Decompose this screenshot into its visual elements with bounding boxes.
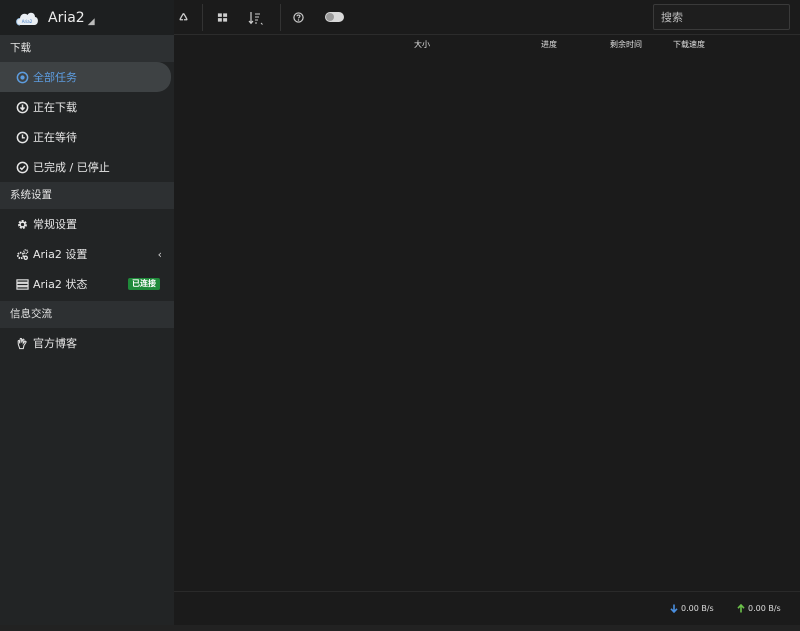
sidebar-item-all-tasks[interactable]: 全部任务 — [0, 62, 171, 92]
sidebar-item-label: Aria2 状态 — [33, 278, 88, 291]
connection-status-badge: 已连接 — [128, 278, 160, 290]
sidebar-item-waiting[interactable]: 正在等待 — [0, 122, 174, 152]
arrow-up-icon — [737, 604, 745, 613]
download-speed-value: 0.00 B/s — [681, 604, 714, 613]
bottom-strip — [0, 625, 800, 631]
sidebar: Aria2 Aria2 ◢ 下载 全部任务 正在下载 正在等待 已完成 / 已停… — [0, 0, 174, 631]
grid-icon — [217, 13, 227, 22]
recycle-icon — [178, 13, 188, 21]
cloud-logo-icon: Aria2 — [16, 12, 38, 25]
gear-icon — [16, 218, 29, 231]
upload-speed-value: 0.00 B/s — [748, 604, 781, 613]
logo-text: Aria2 — [22, 19, 33, 24]
column-header-size[interactable]: 大小 — [414, 39, 430, 50]
column-header-remaining-time[interactable]: 剩余时间 — [610, 39, 642, 50]
sort-icon — [248, 11, 263, 25]
sidebar-item-label: 正在下载 — [33, 101, 77, 114]
chevron-left-icon: ‹ — [157, 247, 162, 261]
display-mode-button[interactable] — [212, 0, 232, 35]
sidebar-item-aria2-status[interactable]: Aria2 状态 已连接 — [0, 269, 174, 299]
search-box — [653, 4, 800, 30]
upload-speed: 0.00 B/s — [737, 604, 781, 613]
download-speed: 0.00 B/s — [670, 604, 714, 613]
section-header-settings: 系统设置 — [0, 182, 174, 209]
sidebar-item-label: 正在等待 — [33, 131, 77, 144]
sidebar-item-official-blog[interactable]: 官方博客 — [0, 328, 174, 358]
section-header-community: 信息交流 — [0, 301, 174, 328]
caret-down-icon: ◢ — [87, 16, 95, 27]
arrow-down-icon — [670, 604, 678, 613]
brand[interactable]: Aria2 Aria2 ◢ — [0, 0, 174, 35]
top-toolbar — [174, 0, 800, 35]
check-circle-icon — [16, 161, 29, 174]
gears-icon — [16, 248, 29, 261]
sidebar-item-label: 官方博客 — [33, 337, 77, 350]
hand-icon — [16, 337, 29, 350]
status-footer: 0.00 B/s 0.00 B/s — [174, 591, 800, 625]
section-header-download: 下载 — [0, 35, 174, 62]
sidebar-item-label: 已完成 / 已停止 — [33, 161, 110, 174]
sidebar-item-aria2-settings[interactable]: Aria2 设置 ‹ — [0, 239, 174, 269]
sidebar-item-stopped[interactable]: 已完成 / 已停止 — [0, 152, 174, 182]
sidebar-item-label: Aria2 设置 — [33, 248, 88, 261]
download-circle-icon — [16, 101, 29, 114]
search-input[interactable] — [654, 5, 800, 29]
sidebar-item-label: 常规设置 — [33, 218, 77, 231]
theme-toggle[interactable] — [325, 12, 344, 22]
column-header-download-speed[interactable]: 下载速度 — [673, 39, 705, 50]
sidebar-item-general-settings[interactable]: 常规设置 — [0, 209, 174, 239]
sidebar-item-downloading[interactable]: 正在下载 — [0, 92, 174, 122]
column-header-progress[interactable]: 进度 — [541, 39, 557, 50]
help-button[interactable] — [289, 0, 307, 35]
help-icon — [292, 12, 304, 23]
app-name: Aria2 — [48, 9, 85, 26]
server-icon — [16, 278, 29, 291]
app-window: Aria2 Aria2 ◢ 下载 全部任务 正在下载 正在等待 已完成 / 已停… — [0, 0, 800, 631]
sidebar-item-label: 全部任务 — [33, 71, 77, 84]
clock-icon — [16, 131, 29, 144]
dot-circle-icon — [16, 71, 29, 84]
sort-button[interactable] — [246, 0, 266, 35]
task-table-header: 大小 进度 剩余时间 下载速度 — [174, 36, 800, 53]
purge-button[interactable] — [174, 0, 192, 35]
